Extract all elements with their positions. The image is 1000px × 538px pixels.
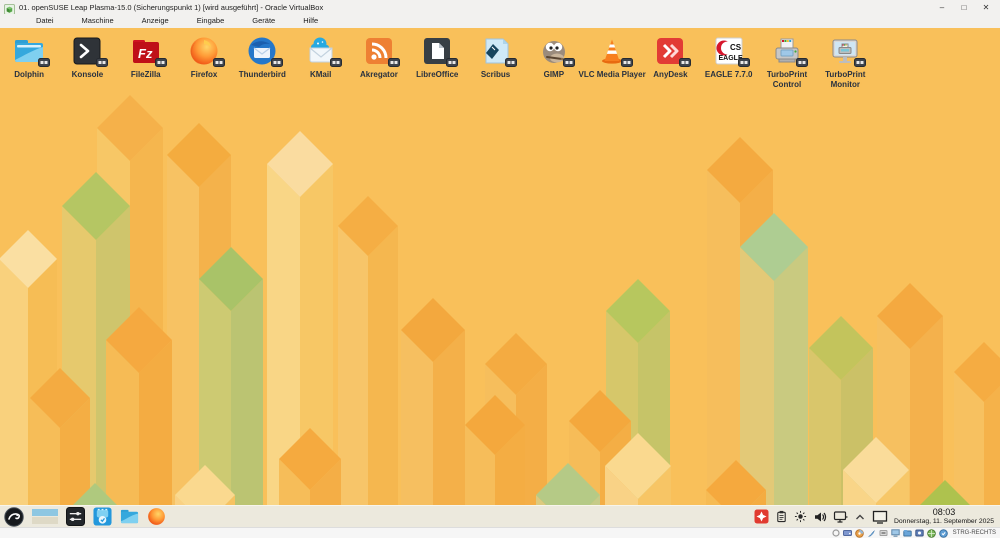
desktop-icon-row: Dolphin Konsole Fz FileZilla Firefox [0, 28, 1000, 89]
desktop-icon-anydesk[interactable]: AnyDesk [641, 28, 699, 89]
desktop-icon-libreoffice[interactable]: LibreOffice [408, 28, 466, 89]
mouse-integration-icon[interactable] [832, 529, 840, 537]
shortcut-badge-icon [96, 58, 108, 67]
file-manager-icon[interactable] [120, 507, 139, 526]
desktop-icon-label: Scribus [481, 70, 510, 80]
display-icon[interactable] [891, 529, 900, 537]
vbox-statusbar: STRG-RECHTS [0, 527, 1000, 538]
usb-icon[interactable] [879, 529, 888, 537]
svg-text:Fz: Fz [138, 46, 153, 61]
menubar: Datei Maschine Anzeige Eingabe Geräte Hi… [0, 14, 1000, 28]
audio-icon[interactable] [867, 529, 876, 538]
optical-disc-icon[interactable] [855, 529, 864, 538]
virtualbox-vm-icon [4, 2, 15, 13]
shortcut-badge-icon [213, 58, 225, 67]
shortcut-badge-icon [738, 58, 750, 67]
desktop-icon-label: FileZilla [131, 70, 161, 80]
menu-geraete[interactable]: Geräte [238, 15, 289, 27]
desktop-icon-label: AnyDesk [653, 70, 687, 80]
menu-hilfe[interactable]: Hilfe [289, 15, 332, 27]
firefox-taskbar-icon[interactable] [147, 507, 166, 526]
app-launcher-icon[interactable] [4, 507, 24, 527]
shared-folders-icon[interactable] [903, 529, 912, 537]
pager-desktop-2[interactable] [32, 517, 58, 524]
shortcut-badge-icon [679, 58, 691, 67]
minimize-button[interactable]: – [932, 1, 952, 13]
shortcut-badge-icon [330, 58, 342, 67]
desktop-icon-vlc[interactable]: VLC Media Player [583, 28, 641, 89]
virtualbox-window: 01. openSUSE Leap Plasma-15.0 (Sicherung… [0, 0, 1000, 538]
taskbar: 08:03 Donnerstag, 11. September 2025 [0, 505, 1000, 527]
desktop-icon-label: VLC Media Player [579, 70, 646, 80]
display-connect-icon[interactable] [833, 510, 848, 524]
menu-anzeige[interactable]: Anzeige [128, 15, 183, 27]
network-icon[interactable] [927, 529, 936, 538]
desktop-icon-label: Firefox [191, 70, 218, 80]
shortcut-badge-icon [446, 58, 458, 67]
desktop-icon-label: EAGLE 7.7.0 [705, 70, 753, 80]
desktop-icon-thunderbird[interactable]: Thunderbird [233, 28, 291, 89]
anydesk-tray-icon[interactable] [754, 509, 769, 524]
clipboard-icon[interactable] [775, 510, 788, 523]
menu-maschine[interactable]: Maschine [68, 15, 128, 27]
maximize-button[interactable]: □ [954, 1, 974, 13]
close-button[interactable]: ✕ [976, 1, 996, 13]
shortcut-badge-icon [796, 58, 808, 67]
desktop-icon-label: Dolphin [14, 70, 44, 80]
window-title: 01. openSUSE Leap Plasma-15.0 (Sicherung… [19, 3, 932, 12]
shortcut-badge-icon [505, 58, 517, 67]
desktop-icon-label: KMail [310, 70, 331, 80]
desktop-icon-label: Konsole [72, 70, 104, 80]
desktop: Dolphin Konsole Fz FileZilla Firefox [0, 28, 1000, 505]
desktop-icon-label: TurboPrint Control [758, 70, 816, 89]
monitor-icon[interactable] [872, 510, 888, 524]
desktop-icon-gimp[interactable]: GIMP [525, 28, 583, 89]
brightness-icon[interactable] [794, 510, 807, 523]
shortcut-badge-icon [388, 58, 400, 67]
desktop-icon-filezilla[interactable]: Fz FileZilla [117, 28, 175, 89]
desktop-icon-turboprint-control[interactable]: TurboPrint Control [758, 28, 816, 89]
desktop-icon-label: Akregator [360, 70, 398, 80]
hostkey-indicator: STRG-RECHTS [953, 530, 996, 536]
desktop-icon-label: TurboPrint Monitor [816, 70, 874, 89]
menu-datei[interactable]: Datei [22, 15, 68, 27]
shortcut-badge-icon [854, 58, 866, 67]
expand-tray-icon[interactable] [854, 511, 866, 523]
desktop-icon-scribus[interactable]: Scribus [466, 28, 524, 89]
wallpaper [0, 28, 1000, 505]
desktop-icon-label: GIMP [544, 70, 564, 80]
shortcut-badge-icon [563, 58, 575, 67]
titlebar: 01. openSUSE Leap Plasma-15.0 (Sicherung… [0, 0, 1000, 14]
clock-time: 08:03 [933, 508, 956, 518]
hdd-icon[interactable] [843, 529, 852, 537]
desktop-icon-konsole[interactable]: Konsole [58, 28, 116, 89]
pager-widget[interactable] [32, 509, 58, 524]
desktop-icon-turboprint-monitor[interactable]: TurboPrint Monitor [816, 28, 874, 89]
shortcut-badge-icon [38, 58, 50, 67]
desktop-icon-label: Thunderbird [239, 70, 286, 80]
shortcut-badge-icon [155, 58, 167, 67]
menu-eingabe[interactable]: Eingabe [183, 15, 239, 27]
shortcut-badge-icon [271, 58, 283, 67]
svg-text:CS: CS [730, 43, 742, 52]
discover-icon[interactable] [93, 507, 112, 526]
pager-desktop-1[interactable] [32, 509, 58, 516]
desktop-icon-akregator[interactable]: Akregator [350, 28, 408, 89]
shortcut-badge-icon [621, 58, 633, 67]
desktop-icon-firefox[interactable]: Firefox [175, 28, 233, 89]
features-icon[interactable] [939, 529, 948, 538]
volume-icon[interactable] [813, 510, 827, 524]
settings-sliders-icon[interactable] [66, 507, 85, 526]
desktop-icon-dolphin[interactable]: Dolphin [0, 28, 58, 89]
clock-date: Donnerstag, 11. September 2025 [894, 518, 994, 525]
desktop-icon-kmail[interactable]: KMail [291, 28, 349, 89]
desktop-icon-label: LibreOffice [416, 70, 458, 80]
recording-icon[interactable] [915, 529, 924, 537]
desktop-icon-eagle[interactable]: CSEAGLE EAGLE 7.7.0 [700, 28, 758, 89]
system-tray [754, 509, 888, 524]
digital-clock[interactable]: 08:03 Donnerstag, 11. September 2025 [894, 508, 996, 525]
